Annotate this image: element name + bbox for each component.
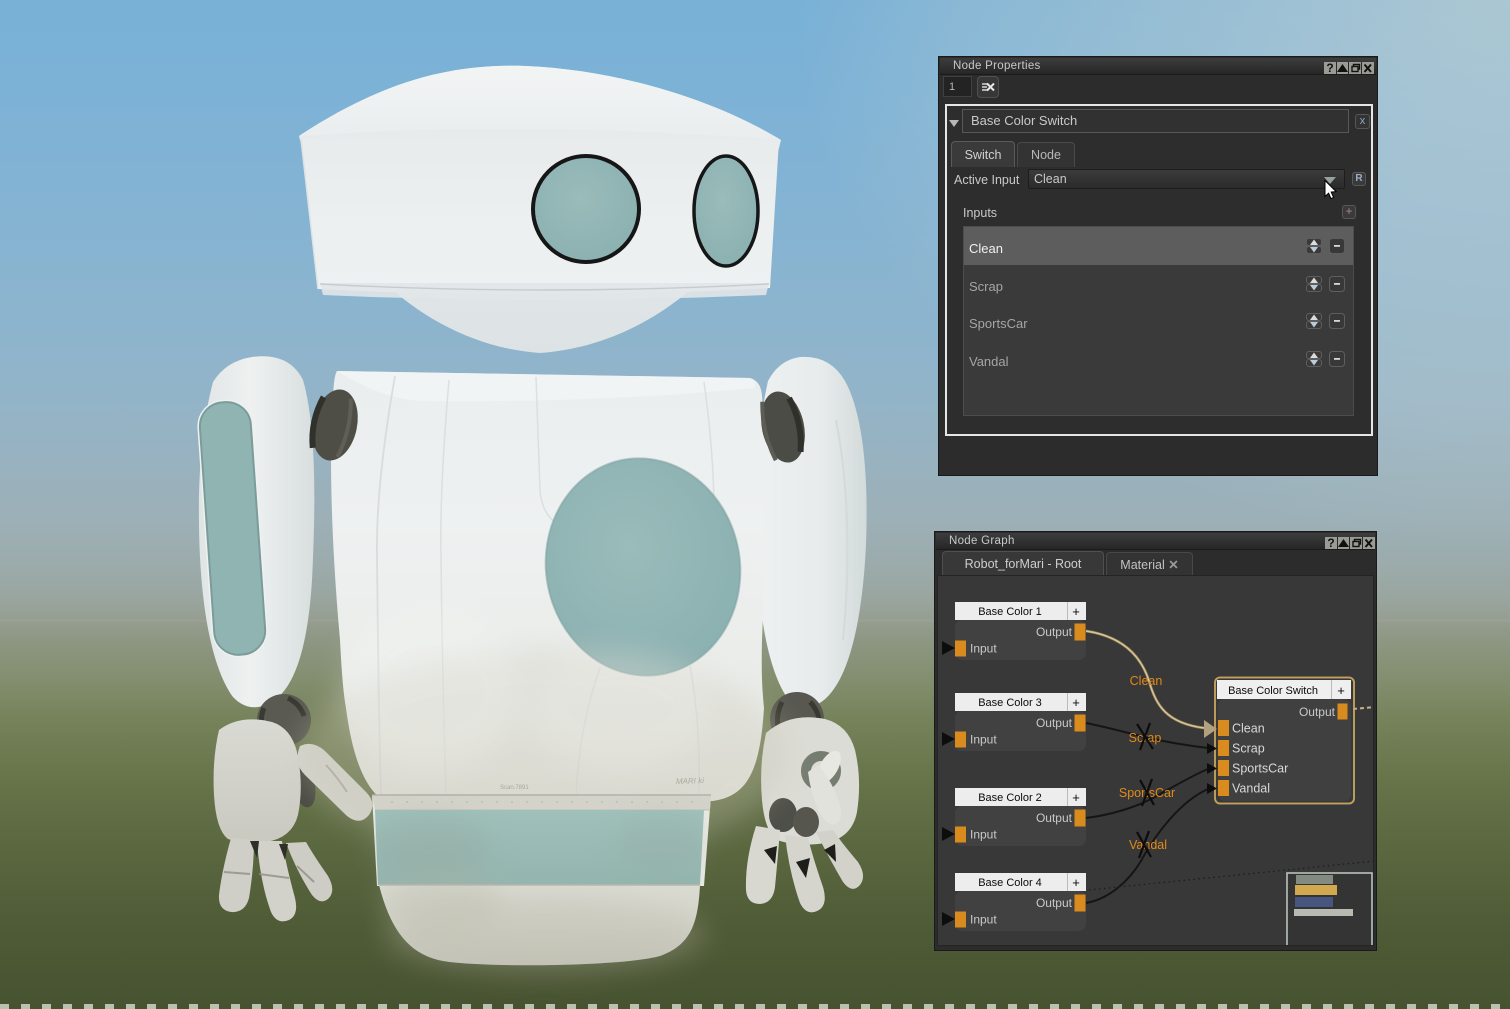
svg-text:Input: Input [970,913,997,927]
svg-text:+: + [1072,695,1080,710]
svg-text:Output: Output [1036,811,1073,825]
svg-text:Output: Output [1036,716,1073,730]
svg-text:Base Color 2: Base Color 2 [978,792,1042,804]
svg-text:Clean: Clean [1130,674,1163,688]
svg-text:Input: Input [970,642,997,656]
svg-text:+: + [1072,790,1080,805]
svg-text:+: + [1072,875,1080,890]
svg-text:Base Color 3: Base Color 3 [978,697,1042,709]
svg-text:+: + [1337,683,1345,698]
svg-text:Input: Input [970,828,997,842]
svg-text:Input: Input [970,733,997,747]
svg-text:?: ? [1327,537,1334,549]
svg-text:Scrap: Scrap [1232,742,1265,756]
svg-text:Base Color 4: Base Color 4 [978,877,1042,889]
svg-text:Output: Output [1036,896,1073,910]
svg-text:Output: Output [1036,625,1073,639]
svg-text:Base Color Switch: Base Color Switch [1228,685,1318,697]
svg-text:+: + [1072,604,1080,619]
svg-text:Vandal: Vandal [1232,782,1270,796]
svg-text:Clean: Clean [1232,722,1265,736]
svg-text:Output: Output [1299,705,1336,719]
svg-text:SportsCar: SportsCar [1232,762,1288,776]
svg-text:?: ? [1326,62,1333,74]
svg-text:Base Color 1: Base Color 1 [978,606,1042,618]
